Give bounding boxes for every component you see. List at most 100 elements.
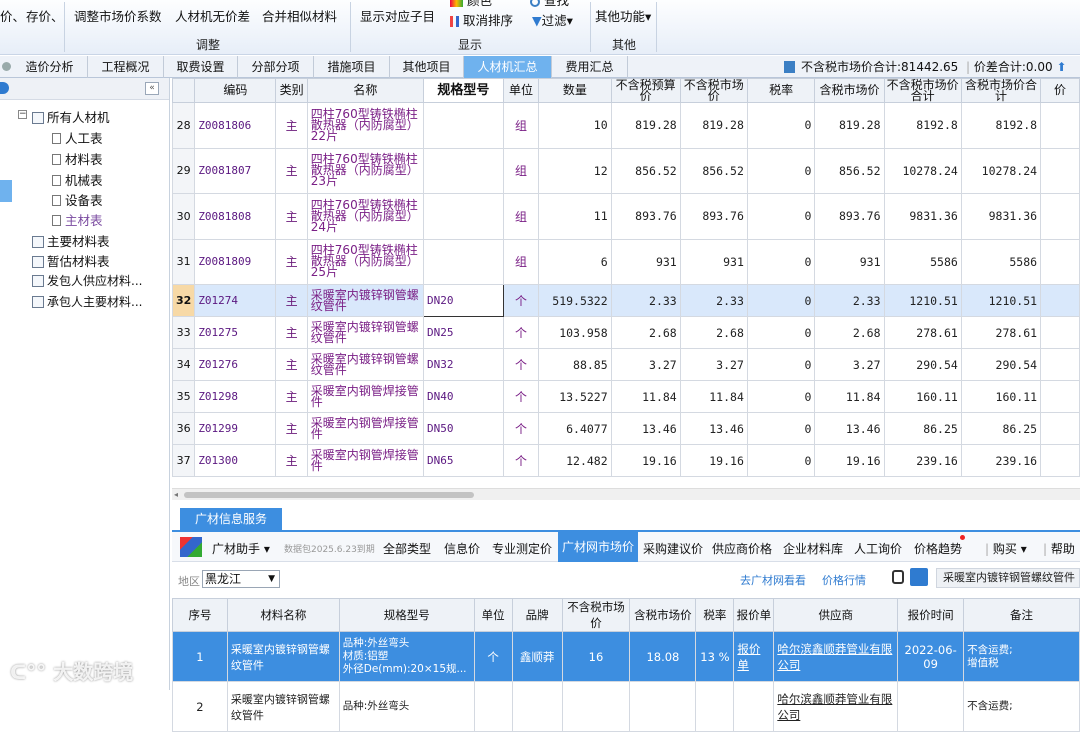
cell-tax[interactable]: 0 [746,348,816,381]
price-row[interactable]: 2 采暖室内镀锌钢管螺纹管件 品种:外丝弯头 哈尔滨鑫顺莽管业有限公司 不含运费; [172,681,1080,732]
cell-type[interactable]: 主 [275,412,308,445]
cell-taxed[interactable]: 11.84 [814,380,885,413]
cell-taxed[interactable]: 931 [814,238,885,285]
adjust-coefficient-button[interactable]: 调整市场价系数 [74,10,162,24]
cell-unit[interactable]: 组 [502,102,540,149]
tree-item-machine[interactable]: 机械表 [52,170,103,189]
price-cell-supplier[interactable]: 哈尔滨鑫顺莽管业有限公司 [773,681,899,732]
cell-taxed[interactable]: 2.68 [814,316,885,349]
price-cell-spec[interactable]: 品种:外丝弯头 [338,681,475,732]
cell-taxed-total[interactable]: 9831.36 [960,193,1042,240]
tool-market-price[interactable]: 广材网市场价 [558,532,639,562]
cell-code[interactable]: Z0081809 [194,238,277,285]
cell-tax[interactable]: 0 [746,316,816,349]
cell-type[interactable]: 主 [275,444,308,477]
price-cell-spec[interactable]: 品种:外丝弯头 材质:铝塑 外径De(mm):20×15规... [338,631,475,682]
cell-type[interactable]: 主 [275,102,308,149]
table-row[interactable]: 31 Z0081809 主四柱760型铸铁椭柱散热器（内防腐型）25片组 6 931 93… [172,238,1080,285]
cell-code[interactable]: Z0081808 [194,193,277,240]
grid-header-cell[interactable]: 不含税市场价 [679,78,748,103]
cell-market[interactable]: 19.16 [679,444,748,477]
cell-spec[interactable]: DN20 [422,284,504,317]
color-button[interactable]: 颜色 [450,0,492,8]
cell-taxed[interactable]: 893.76 [814,193,885,240]
cell-name[interactable]: 采暖室内镀锌钢管螺纹管件 [306,284,424,317]
cell-qty[interactable]: 6 [538,238,612,285]
tool-professional-price[interactable]: 专业测定价 [492,540,552,557]
grid-header-cell[interactable]: 编码 [194,78,277,103]
tree-collapse-icon[interactable]: − [18,110,27,119]
cell-unit[interactable]: 组 [502,238,540,285]
cell-spec[interactable]: DN50 [422,412,504,445]
cell-code[interactable]: Z0081807 [194,147,277,194]
cell-name[interactable]: 四柱760型铸铁椭柱散热器（内防腐型）23片 [306,147,424,194]
cell-type[interactable]: 主 [275,380,308,413]
cell-type[interactable]: 主 [275,284,308,317]
price-cell-name[interactable]: 采暖室内镀锌钢管螺纹管件 [226,631,340,682]
cell-code[interactable]: Z01298 [194,380,277,413]
cell-taxed-total[interactable]: 239.16 [960,444,1042,477]
grid-header-cell[interactable]: 不含税预算价 [610,78,681,103]
table-row[interactable]: 34 Z01276 主采暖室内镀锌钢管螺纹管件 DN32 个 88.85 3.27 3.27 0… [172,348,1080,381]
cell-unit[interactable]: 个 [502,284,540,317]
price-cell-no[interactable]: 2 [172,681,228,732]
cell-qty[interactable]: 12 [538,147,612,194]
cell-spec[interactable] [422,193,504,240]
cell-unit[interactable]: 组 [502,147,540,194]
table-row[interactable]: 33 Z01275 主采暖室内镀锌钢管螺纹管件 DN25 个 103.958 2.68 2.6… [172,316,1080,349]
cell-taxed[interactable]: 13.46 [814,412,885,445]
panel-toggle-icon[interactable] [0,82,9,94]
tab-cost-analysis[interactable]: 造价分析 [12,56,88,78]
cell-name[interactable]: 采暖室内钢管焊接管件 [306,412,424,445]
cell-total[interactable]: 86.25 [883,412,962,445]
cell-budget[interactable]: 893.76 [610,193,681,240]
price-function-button[interactable]: 价、 [0,10,25,24]
price-header-cell[interactable]: 含税市场价 [629,598,697,632]
cell-tax[interactable]: 0 [746,147,816,194]
price-cell-date[interactable]: 2022-06-09 [897,631,965,682]
tree-item-estimated-materials[interactable]: 暂估材料表 [32,251,110,270]
cell-spec[interactable] [422,102,504,149]
cell-market[interactable]: 2.68 [679,316,748,349]
lock-icon[interactable] [892,570,904,584]
assistant-dropdown[interactable]: 广材助手 ▾ [212,540,270,557]
price-cell-tax[interactable] [695,681,735,732]
cell-total[interactable]: 160.11 [883,380,962,413]
cell-tax[interactable]: 0 [746,380,816,413]
cell-taxed-total[interactable]: 290.54 [960,348,1042,381]
price-cell-brand[interactable]: 鑫顺莽 [511,631,563,682]
cell-total[interactable]: 5586 [883,238,962,285]
price-header-cell[interactable]: 品牌 [511,598,563,632]
cell-code[interactable]: Z01274 [194,284,277,317]
price-row[interactable]: 1 采暖室内镀锌钢管螺纹管件 品种:外丝弯头 材质:铝塑 外径De(mm):20×1… [172,631,1080,682]
unlock-icon[interactable] [910,568,928,586]
cell-tax[interactable]: 0 [746,412,816,445]
cell-name[interactable]: 采暖室内镀锌钢管螺纹管件 [306,316,424,349]
cell-taxed-total[interactable]: 1210.51 [960,284,1042,317]
price-cell-quote[interactable] [733,681,775,732]
cancel-sort-button[interactable]: 取消排序 [450,14,513,28]
cell-taxed-total[interactable]: 8192.8 [960,102,1042,149]
tool-price-trend[interactable]: 价格趋势 [914,540,962,557]
price-cell-taxed[interactable]: 18.08 [629,631,697,682]
grid-header-cell[interactable]: 数量 [538,78,612,103]
tab-other-items[interactable]: 其他项目 [390,56,464,78]
price-header-cell[interactable]: 备注 [963,598,1080,632]
cell-code[interactable]: Z01275 [194,316,277,349]
cell-name[interactable]: 四柱760型铸铁椭柱散热器（内防腐型）24片 [306,193,424,240]
cell-no[interactable]: 37 [172,444,196,477]
table-row[interactable]: 29 Z0081807 主四柱760型铸铁椭柱散热器（内防腐型）23片组 12 856.… [172,147,1080,194]
cell-taxed-total[interactable]: 160.11 [960,380,1042,413]
cell-type[interactable]: 主 [275,316,308,349]
cell-name[interactable]: 采暖室内钢管焊接管件 [306,444,424,477]
cell-name[interactable]: 采暖室内钢管焊接管件 [306,380,424,413]
tree-item-labor[interactable]: 人工表 [52,128,103,147]
tree-item-major-materials[interactable]: 主要材料表 [32,231,110,250]
cell-no[interactable]: 35 [172,380,196,413]
cell-type[interactable]: 主 [275,238,308,285]
cell-taxed-total[interactable]: 5586 [960,238,1042,285]
goto-site-link[interactable]: 去广材网看看 [740,572,806,588]
cell-tax[interactable]: 0 [746,444,816,477]
cell-qty[interactable]: 13.5227 [538,380,612,413]
cell-taxed-total[interactable]: 86.25 [960,412,1042,445]
